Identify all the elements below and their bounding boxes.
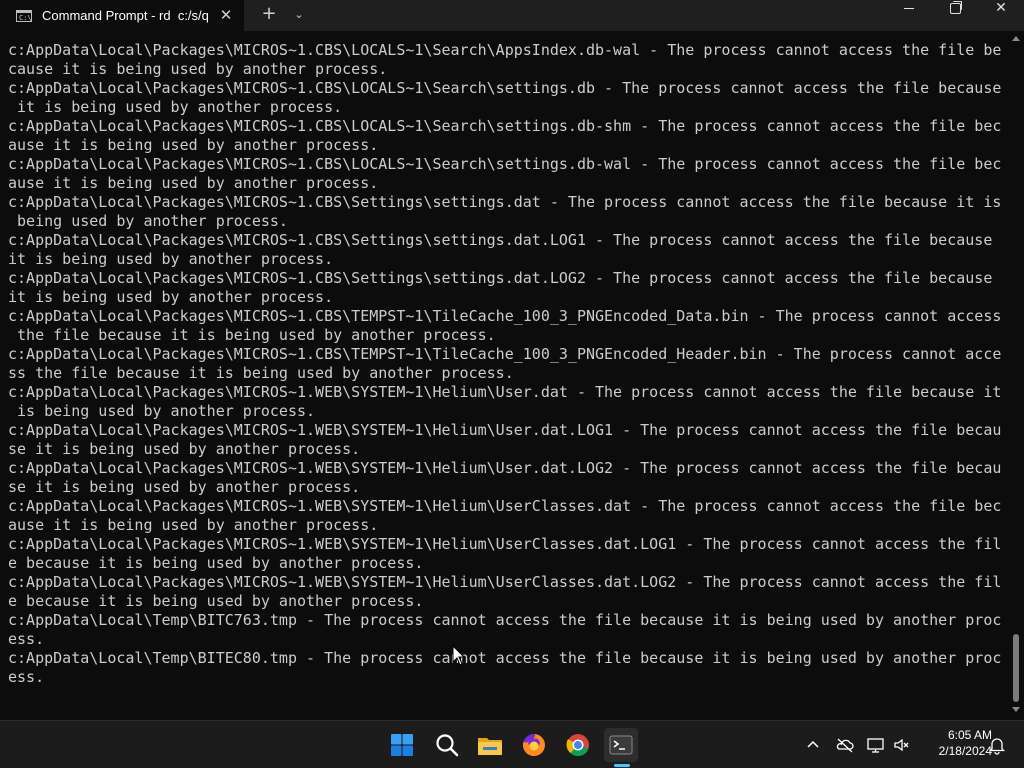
close-tab-icon[interactable]: ✕ [216, 6, 236, 26]
terminal-line: the file because it is being used by ano… [8, 326, 496, 344]
command-prompt-icon: C:\ [16, 9, 32, 22]
terminal-line: se it is being used by another process. [8, 440, 361, 458]
scroll-up-arrow-icon[interactable] [1012, 36, 1020, 41]
taskbar: 6:05 AM 2/18/2024 [0, 720, 1024, 768]
terminal-line: ess. [8, 668, 45, 686]
maximize-button[interactable] [932, 0, 978, 31]
terminal-line: c:AppData\Local\Temp\BITEC80.tmp - The p… [8, 649, 1002, 667]
terminal-line: c:AppData\Local\Packages\MICROS~1.CBS\LO… [8, 117, 1002, 135]
close-window-button[interactable]: ✕ [978, 0, 1024, 31]
terminal-line: c:AppData\Local\Packages\MICROS~1.WEB\SY… [8, 421, 1002, 439]
terminal-line: se it is being used by another process. [8, 478, 361, 496]
active-app-indicator [614, 764, 630, 767]
terminal-line: ess. [8, 630, 45, 648]
terminal-line: c:AppData\Local\Packages\MICROS~1.WEB\SY… [8, 497, 1002, 515]
terminal-line: ause it is being used by another process… [8, 516, 379, 534]
terminal-line: ss the file because it is being used by … [8, 364, 514, 382]
terminal-line: cause it is being used by another proces… [8, 60, 388, 78]
terminal-line: c:AppData\Local\Packages\MICROS~1.CBS\TE… [8, 307, 1002, 325]
firefox-icon[interactable] [517, 728, 551, 762]
tab-title: Command Prompt - rd c:/s/q [42, 8, 209, 23]
terminal-line: being used by another process. [8, 212, 288, 230]
clock-date: 2/18/2024 [938, 744, 992, 758]
terminal-line: c:AppData\Local\Packages\MICROS~1.CBS\TE… [8, 345, 1002, 363]
terminal-line: c:AppData\Local\Packages\MICROS~1.CBS\LO… [8, 79, 1002, 97]
terminal-line: c:AppData\Local\Packages\MICROS~1.CBS\Se… [8, 231, 993, 249]
terminal-line: it is being used by another process. [8, 288, 334, 306]
terminal-line: c:AppData\Local\Packages\MICROS~1.CBS\Se… [8, 269, 993, 287]
command-prompt-icon-text: C:\ [19, 13, 32, 22]
terminal-line: is being used by another process. [8, 402, 316, 420]
chevron-up-icon[interactable] [803, 735, 823, 755]
terminal-line: it is being used by another process. [8, 98, 343, 116]
terminal-output[interactable]: c:AppData\Local\Packages\MICROS~1.CBS\LO… [0, 31, 1008, 720]
terminal-line: ause it is being used by another process… [8, 136, 379, 154]
terminal-line: c:AppData\Local\Packages\MICROS~1.WEB\SY… [8, 535, 1002, 553]
terminal-line: c:AppData\Local\Packages\MICROS~1.WEB\SY… [8, 459, 1002, 477]
terminal-line: ause it is being used by another process… [8, 174, 379, 192]
tab-dropdown-button[interactable]: ⌄ [289, 6, 309, 26]
terminal-line: e because it is being used by another pr… [8, 592, 424, 610]
file-explorer-icon[interactable] [473, 728, 507, 762]
terminal-tab[interactable]: C:\ Command Prompt - rd c:/s/q ✕ [0, 0, 244, 31]
terminal-line: c:AppData\Local\Temp\BITC763.tmp - The p… [8, 611, 1002, 629]
title-bar: C:\ Command Prompt - rd c:/s/q ✕ + ⌄ ✕ [0, 0, 1024, 31]
terminal-line: c:AppData\Local\Packages\MICROS~1.WEB\SY… [8, 383, 1002, 401]
restore-icon [949, 0, 962, 14]
chrome-icon[interactable] [561, 728, 595, 762]
minimize-button[interactable] [886, 0, 932, 31]
terminal-line: it is being used by another process. [8, 250, 334, 268]
notification-bell-icon[interactable] [987, 735, 1007, 755]
start-icon[interactable] [385, 728, 419, 762]
scroll-down-arrow-icon[interactable] [1012, 707, 1020, 712]
network-icon[interactable] [866, 735, 886, 755]
terminal-lines: c:AppData\Local\Packages\MICROS~1.CBS\LO… [8, 41, 1001, 687]
mouse-cursor-icon [452, 645, 466, 666]
terminal-app-icon[interactable] [604, 728, 638, 762]
vertical-scrollbar[interactable] [1008, 31, 1024, 720]
terminal-line: c:AppData\Local\Packages\MICROS~1.CBS\LO… [8, 155, 1002, 173]
terminal-line: e because it is being used by another pr… [8, 554, 424, 572]
search-icon[interactable] [430, 728, 464, 762]
minimize-icon [904, 7, 914, 9]
terminal-line: c:AppData\Local\Packages\MICROS~1.CBS\LO… [8, 41, 1002, 59]
clock-time: 6:05 AM [947, 728, 992, 742]
terminal-line: c:AppData\Local\Packages\MICROS~1.CBS\Se… [8, 193, 1002, 211]
new-tab-button[interactable]: + [259, 5, 279, 25]
onedrive-offline-icon[interactable] [835, 735, 855, 755]
terminal-line: c:AppData\Local\Packages\MICROS~1.WEB\SY… [8, 573, 1002, 591]
system-clock[interactable]: 6:05 AM 2/18/2024 [914, 727, 992, 759]
volume-muted-icon[interactable] [892, 735, 912, 755]
scrollbar-thumb[interactable] [1013, 634, 1019, 702]
